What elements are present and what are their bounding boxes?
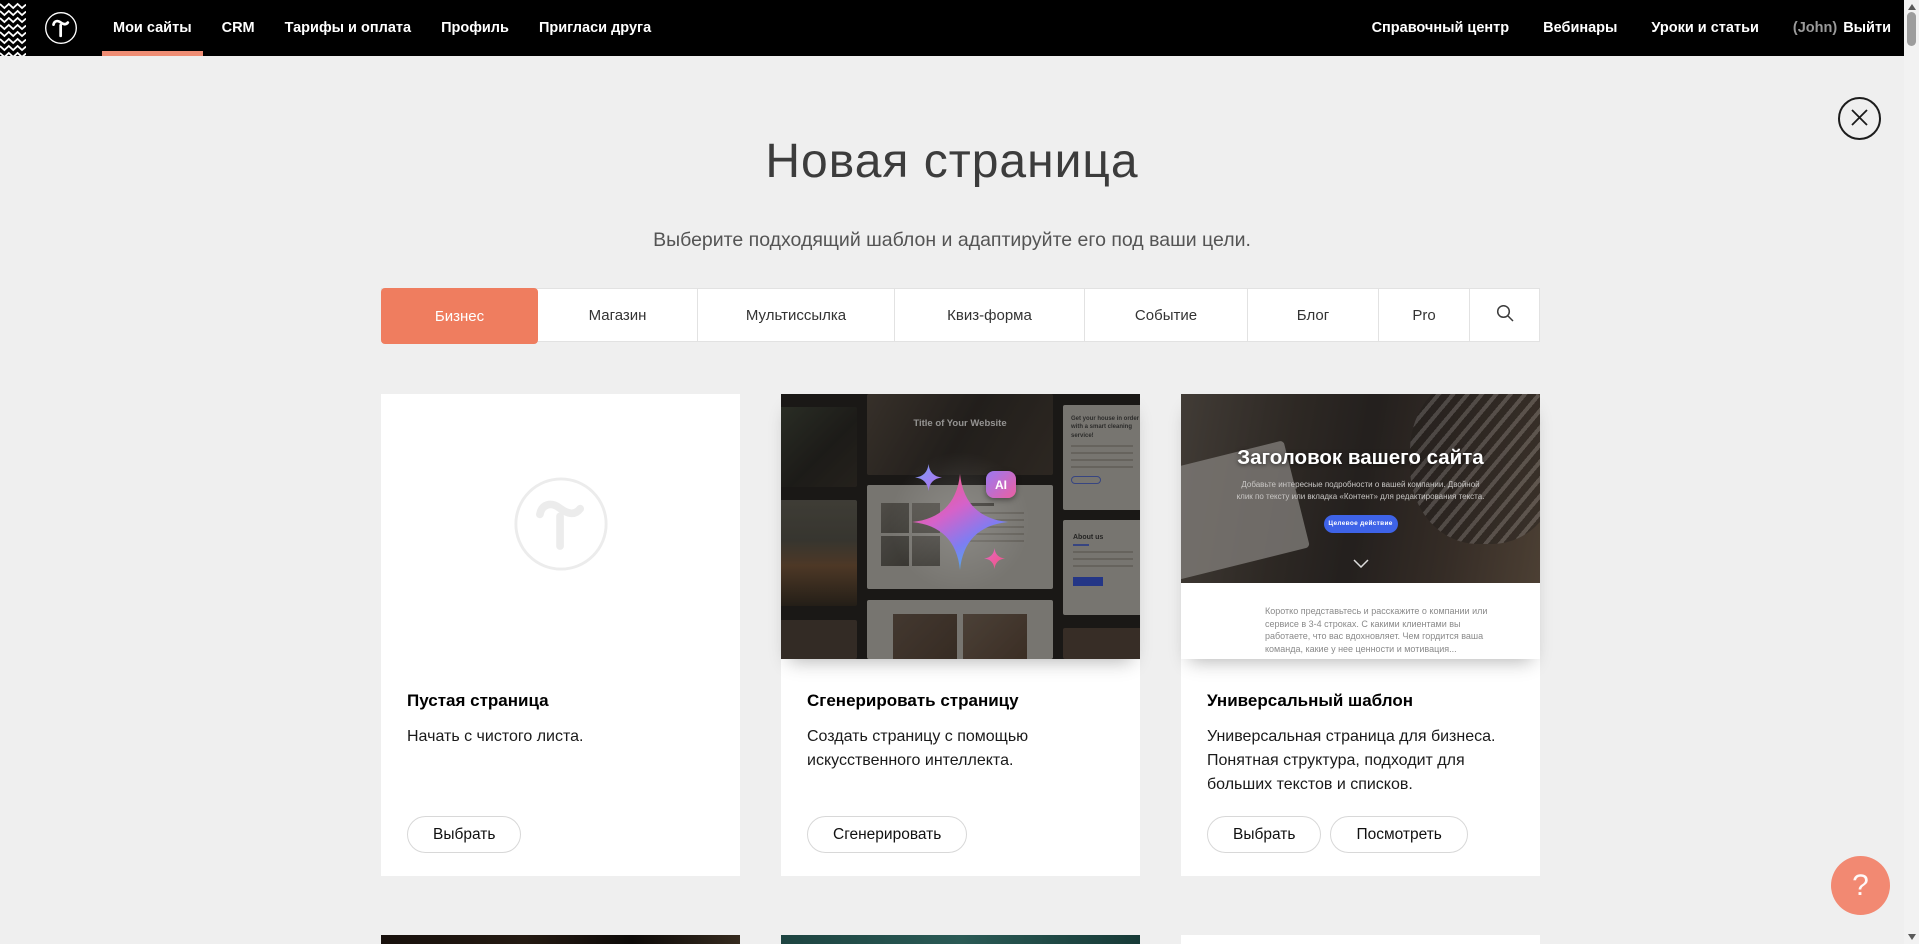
nav-invite-friend[interactable]: Пригласи друга xyxy=(524,0,666,56)
page-title: Новая страница xyxy=(0,134,1904,189)
preview-hero-title: Заголовок вашего сайта xyxy=(1237,446,1483,470)
search-icon xyxy=(1495,303,1515,327)
tab-multilink[interactable]: Мультиссылка xyxy=(698,289,895,341)
tilda-watermark-icon xyxy=(513,476,609,577)
preview-body-text: Коротко представьтесь и расскажите о ком… xyxy=(1265,605,1493,655)
card-title: Универсальный шаблон xyxy=(1207,691,1514,711)
tab-blog[interactable]: Блог xyxy=(1248,289,1379,341)
user-name: (John) xyxy=(1793,20,1837,36)
card-blank-page: Пустая страница Начать с чистого листа. … xyxy=(381,394,740,876)
scrollbar[interactable] xyxy=(1904,0,1919,944)
card-universal-template: Заголовок вашего сайта Добавьте интересн… xyxy=(1181,394,1540,876)
preview-hero-subtitle: Добавьте интересные подробности о вашей … xyxy=(1235,479,1487,504)
logout-label: Выйти xyxy=(1843,20,1891,36)
nav-lessons-articles[interactable]: Уроки и статьи xyxy=(1651,20,1758,36)
scrollbar-up-arrow[interactable] xyxy=(1908,4,1916,10)
card-title: Сгенерировать страницу xyxy=(807,691,1114,711)
card-description: Создать страницу с помощью искусственног… xyxy=(807,725,1096,773)
scrollbar-thumb[interactable] xyxy=(1907,12,1916,46)
nav-webinars[interactable]: Вебинары xyxy=(1543,20,1617,36)
ai-badge: AI xyxy=(986,471,1016,498)
preview-hero: Заголовок вашего сайта Добавьте интересн… xyxy=(1181,394,1540,583)
blank-page-preview[interactable] xyxy=(381,394,740,659)
preview-body-section: Коротко представьтесь и расскажите о ком… xyxy=(1181,583,1540,659)
generate-button[interactable]: Сгенерировать xyxy=(807,816,967,853)
secondary-menu: Справочный центр Вебинары Уроки и статьи… xyxy=(1372,20,1891,36)
close-icon xyxy=(1851,109,1868,129)
nav-crm[interactable]: CRM xyxy=(207,0,270,56)
template-grid: Пустая страница Начать с чистого листа. … xyxy=(381,394,1540,876)
template-card-partial[interactable] xyxy=(1181,935,1540,944)
sparkle-small-icon xyxy=(984,548,1005,569)
tab-quiz-form[interactable]: Квиз-форма xyxy=(895,289,1085,341)
tab-search[interactable] xyxy=(1470,289,1539,341)
template-card-partial[interactable] xyxy=(381,935,740,944)
tab-event[interactable]: Событие xyxy=(1085,289,1248,341)
template-card-partial[interactable] xyxy=(781,935,1140,944)
top-navbar: Мои сайты CRM Тарифы и оплата Профиль Пр… xyxy=(0,0,1904,56)
template-category-tabs: Бизнес Магазин Мультиссылка Квиз-форма С… xyxy=(381,288,1540,342)
template-grid-row2 xyxy=(381,935,1540,944)
main-menu: Мои сайты CRM Тарифы и оплата Профиль Пр… xyxy=(98,0,666,56)
nav-help-center[interactable]: Справочный центр xyxy=(1372,20,1510,36)
tab-store[interactable]: Магазин xyxy=(538,289,698,341)
choose-button[interactable]: Выбрать xyxy=(407,816,521,853)
nav-plans-payment[interactable]: Тарифы и оплата xyxy=(270,0,426,56)
chevron-down-icon xyxy=(1353,555,1369,573)
card-title: Пустая страница xyxy=(407,691,714,711)
tab-pro[interactable]: Pro xyxy=(1379,289,1470,341)
tilda-logo-icon[interactable] xyxy=(44,11,78,45)
ai-preview[interactable]: Title of Your Website Get your house in … xyxy=(781,394,1140,659)
view-button[interactable]: Посмотреть xyxy=(1330,816,1467,853)
nav-profile[interactable]: Профиль xyxy=(426,0,524,56)
sparkle-small-icon xyxy=(915,464,942,491)
card-description: Начать с чистого листа. xyxy=(407,725,696,749)
tab-business[interactable]: Бизнес xyxy=(381,288,538,344)
preview-cta-button: Целевое действие xyxy=(1324,515,1398,533)
nav-logout[interactable]: (John) Выйти xyxy=(1793,20,1891,36)
scrollbar-down-arrow[interactable] xyxy=(1908,934,1916,940)
choose-button[interactable]: Выбрать xyxy=(1207,816,1321,853)
card-description: Универсальная страница для бизнеса. Поня… xyxy=(1207,725,1496,797)
template-preview[interactable]: Заголовок вашего сайта Добавьте интересн… xyxy=(1181,394,1540,659)
card-ai-generate: Title of Your Website Get your house in … xyxy=(781,394,1140,876)
page-subtitle: Выберите подходящий шаблон и адаптируйте… xyxy=(0,229,1904,252)
nav-my-sites[interactable]: Мои сайты xyxy=(98,0,207,56)
zigzag-pattern-icon xyxy=(0,0,26,56)
help-button[interactable]: ? xyxy=(1831,856,1890,915)
